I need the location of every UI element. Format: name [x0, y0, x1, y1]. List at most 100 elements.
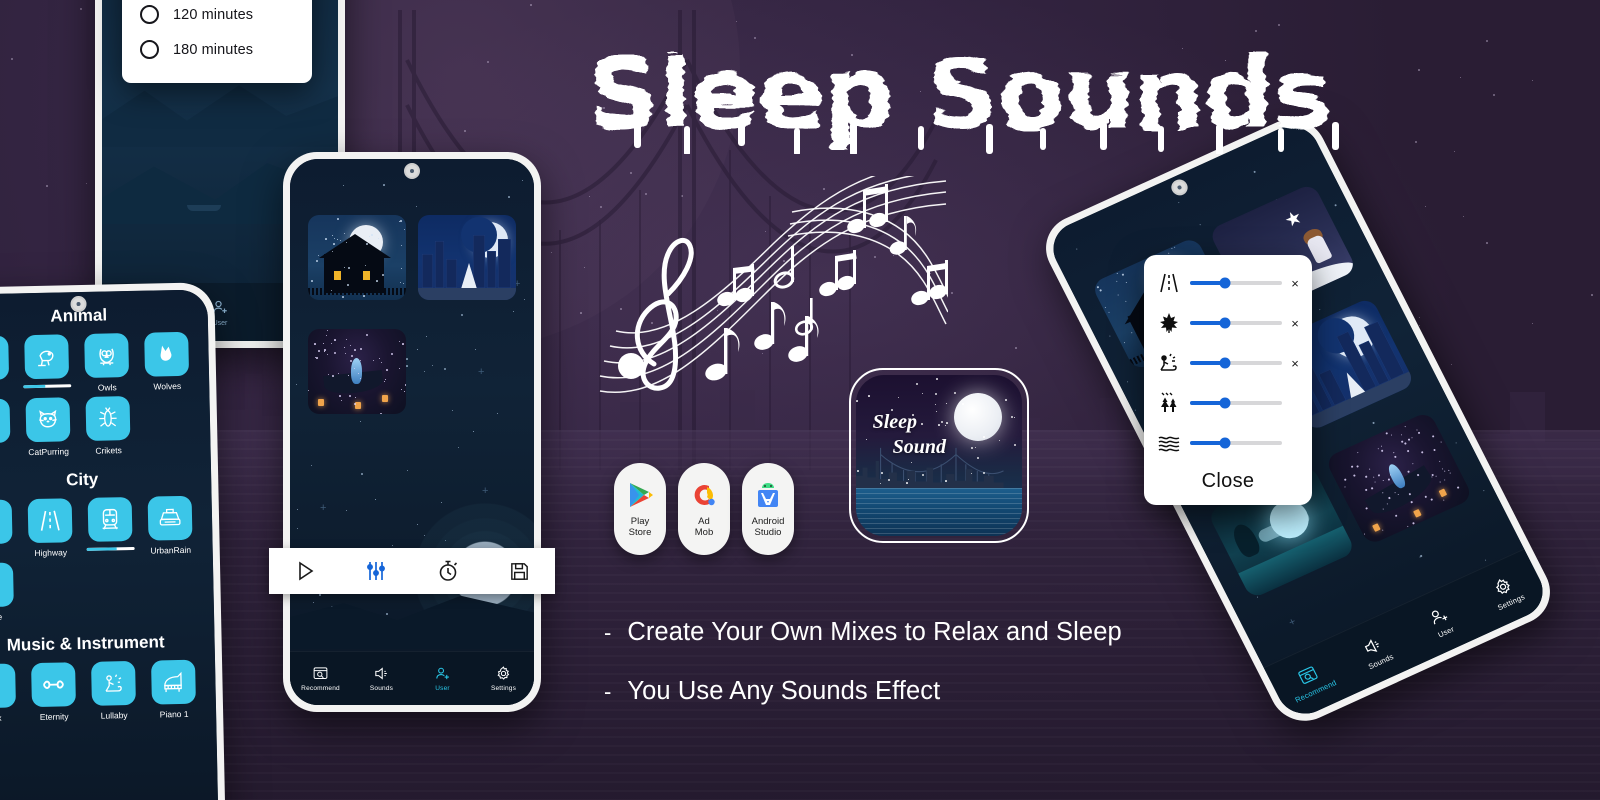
- cat-icon: [35, 406, 62, 433]
- sound-tile[interactable]: [91, 661, 136, 706]
- badge-admob[interactable]: Ad Mob: [678, 463, 730, 555]
- bullet-dash: -: [604, 620, 611, 646]
- sound-tile[interactable]: [148, 496, 193, 541]
- forest-rain-icon: [1156, 390, 1182, 416]
- sounds-icon: [373, 665, 390, 682]
- sound-tile[interactable]: [0, 500, 13, 545]
- sound-tile[interactable]: [24, 334, 69, 379]
- building: [422, 254, 433, 288]
- timer-option[interactable]: 180 minutes: [122, 32, 312, 67]
- lantern: [318, 399, 324, 406]
- equalizer-button[interactable]: [341, 559, 413, 583]
- volume-slider[interactable]: [1190, 441, 1282, 445]
- category-grid-city: d Highway: [0, 495, 214, 622]
- badge-label: Android Studio: [752, 517, 785, 539]
- sound-label: Box: [0, 713, 2, 723]
- bullet-item: - Create Your Own Mixes to Relax and Sle…: [604, 618, 1122, 647]
- play-icon: [293, 559, 317, 583]
- save-icon: [508, 560, 531, 583]
- app-icon[interactable]: Sleep Sound: [849, 368, 1029, 543]
- sound-tile[interactable]: [151, 660, 196, 705]
- badge-line2: Mob: [695, 528, 713, 539]
- moon-shape: [954, 393, 1002, 441]
- volume-slider[interactable]: [1190, 361, 1282, 365]
- save-button[interactable]: [484, 560, 556, 583]
- sound-item[interactable]: Wolves: [138, 332, 195, 392]
- nav-item-user[interactable]: User: [412, 665, 473, 692]
- sound-tile[interactable]: [0, 336, 9, 381]
- poster-canvas: User 15 minutes 30 minutes 60 minutes 12…: [0, 0, 1600, 800]
- remove-sound-button[interactable]: ×: [1290, 356, 1300, 371]
- timer-option[interactable]: 120 minutes: [122, 0, 312, 32]
- section-title-city: City: [0, 467, 211, 492]
- play-button[interactable]: [269, 559, 341, 583]
- sound-item[interactable]: UrbanRain: [142, 496, 199, 556]
- building: [498, 239, 511, 288]
- sound-item[interactable]: [82, 497, 139, 557]
- sound-label: Owls: [98, 382, 117, 392]
- nav-item-user[interactable]: User: [1401, 592, 1481, 650]
- sound-mixer-panel[interactable]: × × × Close: [1144, 255, 1312, 505]
- sound-label: UrbanRain: [150, 545, 191, 556]
- sound-item[interactable]: Eternity: [25, 662, 82, 722]
- sound-tile[interactable]: [0, 562, 14, 607]
- radio-button[interactable]: [140, 5, 159, 24]
- sound-tile[interactable]: [0, 399, 10, 444]
- volume-slider[interactable]: [1190, 321, 1282, 325]
- volume-slider[interactable]: [87, 547, 135, 551]
- nav-item-sounds[interactable]: Sounds: [351, 665, 412, 692]
- nav-item-settings[interactable]: Settings: [473, 665, 534, 692]
- nav-label: Sounds: [370, 685, 393, 692]
- sound-tile[interactable]: [28, 498, 73, 543]
- mixer-row[interactable]: [1156, 430, 1300, 456]
- close-button[interactable]: Close: [1156, 470, 1300, 497]
- remove-sound-button[interactable]: ×: [1290, 316, 1300, 331]
- sound-tile[interactable]: [25, 397, 70, 442]
- sound-item[interactable]: Lullaby: [85, 661, 142, 721]
- sound-item[interactable]: s: [0, 335, 15, 395]
- house-moon-art: [308, 215, 406, 300]
- volume-slider[interactable]: [23, 384, 71, 388]
- sound-item[interactable]: Piano 1: [145, 660, 202, 720]
- sound-tile[interactable]: [0, 663, 16, 708]
- mixer-row[interactable]: ×: [1156, 310, 1300, 336]
- remove-sound-button[interactable]: ×: [1290, 276, 1300, 291]
- sleep-timer-dialog[interactable]: 15 minutes 30 minutes 60 minutes 120 min…: [122, 0, 312, 83]
- sound-item[interactable]: d: [0, 499, 19, 559]
- volume-slider[interactable]: [1190, 281, 1282, 285]
- mixer-row[interactable]: [1156, 390, 1300, 416]
- sound-tile[interactable]: [84, 333, 129, 378]
- nav-item-sounds[interactable]: Sounds: [1336, 622, 1416, 680]
- radio-button[interactable]: [140, 40, 159, 59]
- badge-label: Play Store: [629, 517, 652, 539]
- timer-button[interactable]: [412, 559, 484, 583]
- mixer-row[interactable]: ×: [1156, 350, 1300, 376]
- volume-slider[interactable]: [1190, 401, 1282, 405]
- piano-icon: [160, 669, 187, 696]
- nav-item-recommend[interactable]: Recommend: [1271, 651, 1351, 709]
- boat-galaxy-art: [308, 329, 406, 414]
- nav-item-recommend[interactable]: Recommend: [290, 665, 351, 692]
- equalizer-icon: [364, 559, 388, 583]
- sound-item[interactable]: Highway: [22, 498, 79, 558]
- sound-item[interactable]: Owls: [78, 333, 135, 393]
- sound-label: CatPurring: [28, 446, 69, 457]
- sound-item[interactable]: Crikets: [79, 396, 136, 456]
- sound-item[interactable]: gs: [0, 398, 17, 458]
- sound-tile[interactable]: [31, 662, 76, 707]
- tree-shape: [461, 263, 477, 289]
- badge-android-studio[interactable]: Android Studio: [742, 463, 794, 555]
- sound-tile[interactable]: [144, 332, 189, 377]
- sound-item[interactable]: ience: [0, 562, 20, 622]
- sound-item[interactable]: CatPurring: [19, 397, 76, 457]
- bullet-item: - You Use Any Sounds Effect: [604, 677, 1122, 706]
- sound-item[interactable]: Box: [0, 663, 22, 723]
- sound-item[interactable]: [18, 334, 75, 394]
- nav-item-settings[interactable]: Settings: [1466, 562, 1546, 620]
- bullet-text: Create Your Own Mixes to Relax and Sleep: [627, 618, 1121, 647]
- badge-play-store[interactable]: Play Store: [614, 463, 666, 555]
- sound-tile[interactable]: [85, 396, 130, 441]
- mixer-row[interactable]: ×: [1156, 270, 1300, 296]
- badge-line1: Play: [629, 517, 652, 528]
- sound-tile[interactable]: [88, 497, 133, 542]
